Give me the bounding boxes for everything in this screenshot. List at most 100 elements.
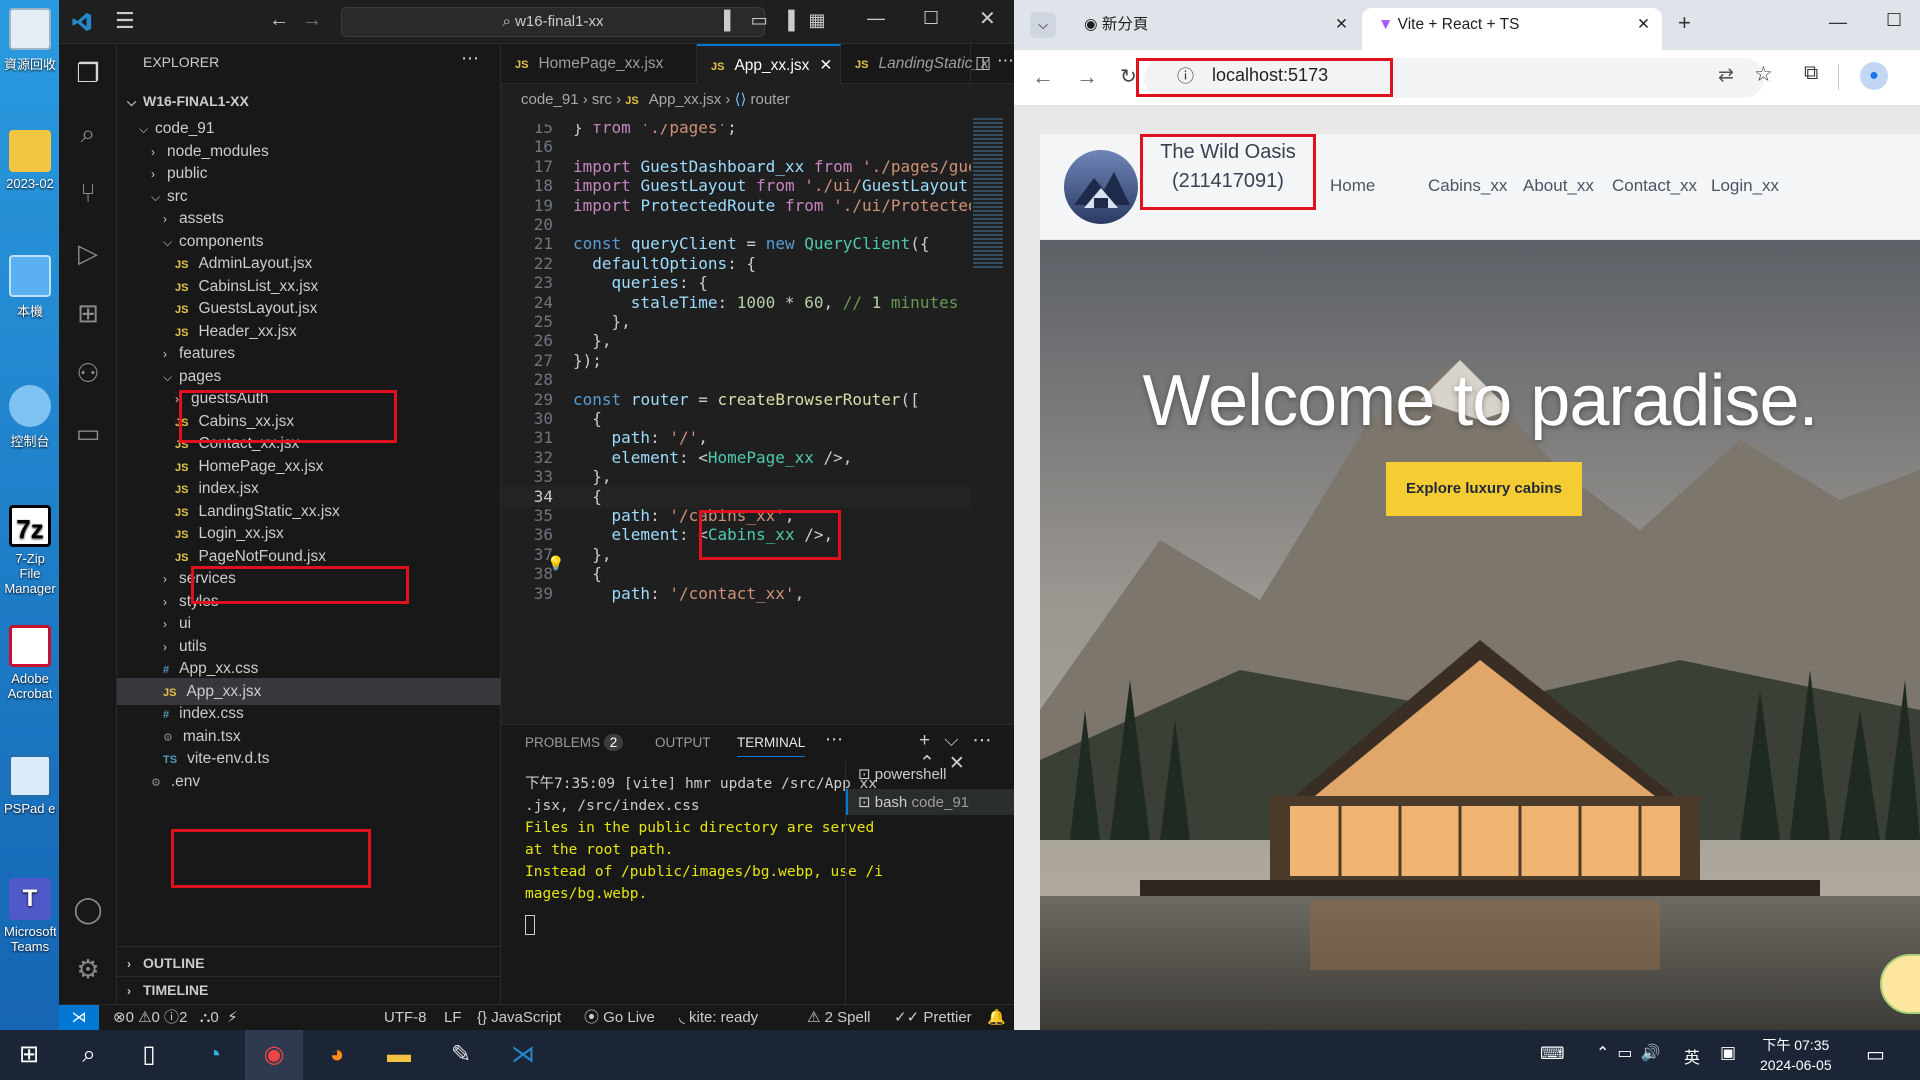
notification-center-icon[interactable]: ▭ (1866, 1042, 1885, 1067)
browser-tab-newtab[interactable]: ◉ 新分頁 ✕ (1068, 8, 1358, 50)
ime-mode-icon[interactable]: ▣ (1720, 1043, 1736, 1063)
status-spell[interactable]: ⚠ 2 Spell (807, 1005, 871, 1031)
nav-forward-icon[interactable]: → (302, 9, 322, 32)
highlight-box-app (171, 829, 371, 888)
maximize-icon[interactable]: ☐ (1886, 10, 1902, 31)
tab-app-active[interactable]: JS App_xx.jsx ✕ (697, 44, 841, 84)
profile-avatar-icon[interactable]: ● (1860, 62, 1888, 90)
tree-item[interactable]: ⚙ .env (117, 768, 501, 795)
timeline-section[interactable]: › TIMELINE (117, 976, 501, 1003)
keyboard-icon[interactable]: ⌨ (1540, 1044, 1565, 1064)
nav-cabins[interactable]: Cabins_xx (1428, 176, 1507, 196)
terminal-bash[interactable]: ⊡ bash code_91 (858, 793, 969, 811)
lightbulb-icon[interactable]: 💡 (547, 555, 564, 572)
layout-toggles[interactable]: ▌▭▐▦ (724, 10, 840, 31)
nav-back-icon[interactable]: ← (269, 9, 289, 32)
browser-tab-vite[interactable]: ▼ Vite + React + TS ✕ (1362, 8, 1662, 50)
status-eol[interactable]: LF (444, 1005, 462, 1031)
code-area[interactable]: 15} from './pages'; 16 17 import GuestDashb… (501, 124, 971, 724)
windows-start-icon[interactable]: ⊞ (0, 1030, 58, 1080)
firefox-icon[interactable]: ◕ (308, 1030, 366, 1080)
desktop-icon-this-pc[interactable]: 本機 (4, 255, 56, 320)
site-logo[interactable] (1064, 150, 1138, 224)
terminal-output[interactable]: 下午7:35:09 [vite] hmr update /src/App_xx.… (525, 773, 883, 905)
terminal-powershell[interactable]: ⊡ powershell (858, 765, 946, 783)
status-problems[interactable]: ⊗0 ⚠0 ⓘ2 ⛬0 ⚡ (113, 1005, 238, 1031)
search-icon[interactable]: ⌕ (60, 1030, 118, 1080)
javascript-file-icon: JS (175, 529, 189, 541)
status-kite[interactable]: ◟ kite: ready (679, 1005, 758, 1031)
extensions-icon[interactable]: ⊞ (73, 298, 103, 328)
panel-more-icon[interactable]: ⋯ (825, 729, 843, 750)
tab-problems[interactable]: PROBLEMS 2 (525, 734, 624, 751)
edge-icon[interactable]: ◔ (185, 1030, 243, 1080)
close-tab-icon[interactable]: ✕ (1637, 8, 1650, 42)
reload-icon[interactable]: ↻ (1120, 64, 1137, 89)
close-icon[interactable]: ✕ (979, 6, 996, 31)
code-line[interactable]: 39 path: '/contact_xx', (501, 582, 971, 606)
vscode-icon[interactable]: ⋊ (494, 1030, 552, 1080)
tab-landingstatic[interactable]: JS LandingStatic_x (841, 44, 989, 84)
new-tab-plus-icon[interactable]: + (1678, 10, 1691, 36)
manage-gear-icon[interactable]: ⚙ (73, 954, 103, 984)
nav-contact[interactable]: Contact_xx (1612, 176, 1697, 196)
remote-indicator-icon[interactable]: ⋊ (59, 1005, 99, 1031)
close-tab-icon[interactable]: ✕ (819, 57, 832, 74)
taskbar-clock[interactable]: 下午 07:35 2024-06-05 (1760, 1035, 1832, 1075)
accounts-icon[interactable]: ◯ (73, 894, 103, 924)
translate-icon[interactable]: ⇄ (1718, 64, 1734, 87)
split-editor-icon[interactable]: ◫ (975, 53, 991, 73)
tab-terminal[interactable]: TERMINAL (737, 735, 806, 757)
status-golive[interactable]: ⦿ Go Live (584, 1005, 655, 1031)
tab-search-icon[interactable]: ⌵ (1030, 12, 1056, 38)
desktop-icon-7zip[interactable]: 7z 7-Zip File Manager (4, 505, 56, 596)
status-encoding[interactable]: UTF-8 (384, 1005, 427, 1031)
more-actions-icon[interactable]: ⋯ (461, 48, 479, 69)
remote-explorer-icon[interactable]: ▭ (73, 418, 103, 448)
back-arrow-icon[interactable]: ← (1032, 64, 1054, 90)
javascript-file-icon: JS (175, 281, 189, 294)
desktop-icon-teams[interactable]: T Microsoft Teams (4, 878, 56, 954)
desktop-icon-acrobat[interactable]: Adobe Acrobat (4, 625, 56, 701)
run-debug-icon[interactable]: ▷ (73, 238, 103, 268)
tray-icons[interactable]: ⌃▭🔊 (1596, 1043, 1668, 1063)
forward-arrow-icon[interactable]: → (1076, 64, 1098, 90)
extensions-puzzle-icon[interactable]: ⧉ (1804, 62, 1818, 85)
maximize-icon[interactable]: ☐ (923, 8, 939, 29)
desktop-icon-control-panel[interactable]: 控制台 (4, 385, 56, 450)
notifications-bell-icon[interactable]: 🔔 (987, 1005, 1006, 1031)
explore-cabins-button[interactable]: Explore luxury cabins (1386, 462, 1582, 516)
desktop-icon-recycle-bin[interactable]: 資源回收筒 (4, 8, 56, 73)
pspad-icon (9, 755, 51, 797)
source-control-icon[interactable]: ⑂ (73, 178, 103, 208)
status-language[interactable]: {} JavaScript (477, 1005, 561, 1031)
menu-icon[interactable]: ☰ (115, 10, 135, 32)
tab-output[interactable]: OUTPUT (655, 735, 711, 750)
root-folder[interactable]: ⌵ W16-FINAL1-XX (117, 88, 501, 115)
chrome-icon[interactable]: ◉ (245, 1030, 303, 1080)
minimap[interactable] (971, 112, 1007, 722)
minimize-icon[interactable]: — (867, 8, 885, 29)
desktop-icon-folder[interactable]: 2023-02 (4, 130, 56, 191)
status-prettier[interactable]: ✓✓ Prettier (894, 1005, 972, 1031)
desktop-icon-pspad[interactable]: PSPad editor (4, 755, 56, 816)
close-tab-icon[interactable]: ✕ (1335, 8, 1348, 42)
bookmark-star-icon[interactable]: ☆ (1754, 62, 1773, 87)
outline-section[interactable]: › OUTLINE (117, 950, 501, 977)
nav-home[interactable]: Home (1330, 176, 1375, 196)
nav-login[interactable]: Login_xx (1711, 176, 1779, 196)
explorer-icon[interactable]: ❐ (73, 58, 103, 88)
editor-more-icon[interactable]: ⋯ (997, 51, 1014, 71)
minimize-icon[interactable]: — (1829, 12, 1847, 33)
tab-homepage[interactable]: JS HomePage_xx.jsx (501, 44, 697, 84)
file-explorer-icon[interactable]: ▬ (370, 1030, 428, 1080)
python-icon[interactable]: ⚇ (73, 358, 103, 388)
search-view-icon[interactable]: ⌕ (73, 118, 103, 148)
ime-indicator[interactable]: 英 (1684, 1044, 1700, 1068)
command-center-search[interactable]: ⌕ w16-final1-xx (341, 7, 765, 37)
page-viewport: The Wild Oasis (211417091) Home Cabins_x… (1014, 106, 1920, 1030)
code-text: path: '/contact_xx', (611, 583, 805, 603)
task-view-icon[interactable]: ▯ (120, 1030, 178, 1080)
nav-about[interactable]: About_xx (1523, 176, 1594, 196)
paint-icon[interactable]: ✎ (432, 1030, 490, 1080)
